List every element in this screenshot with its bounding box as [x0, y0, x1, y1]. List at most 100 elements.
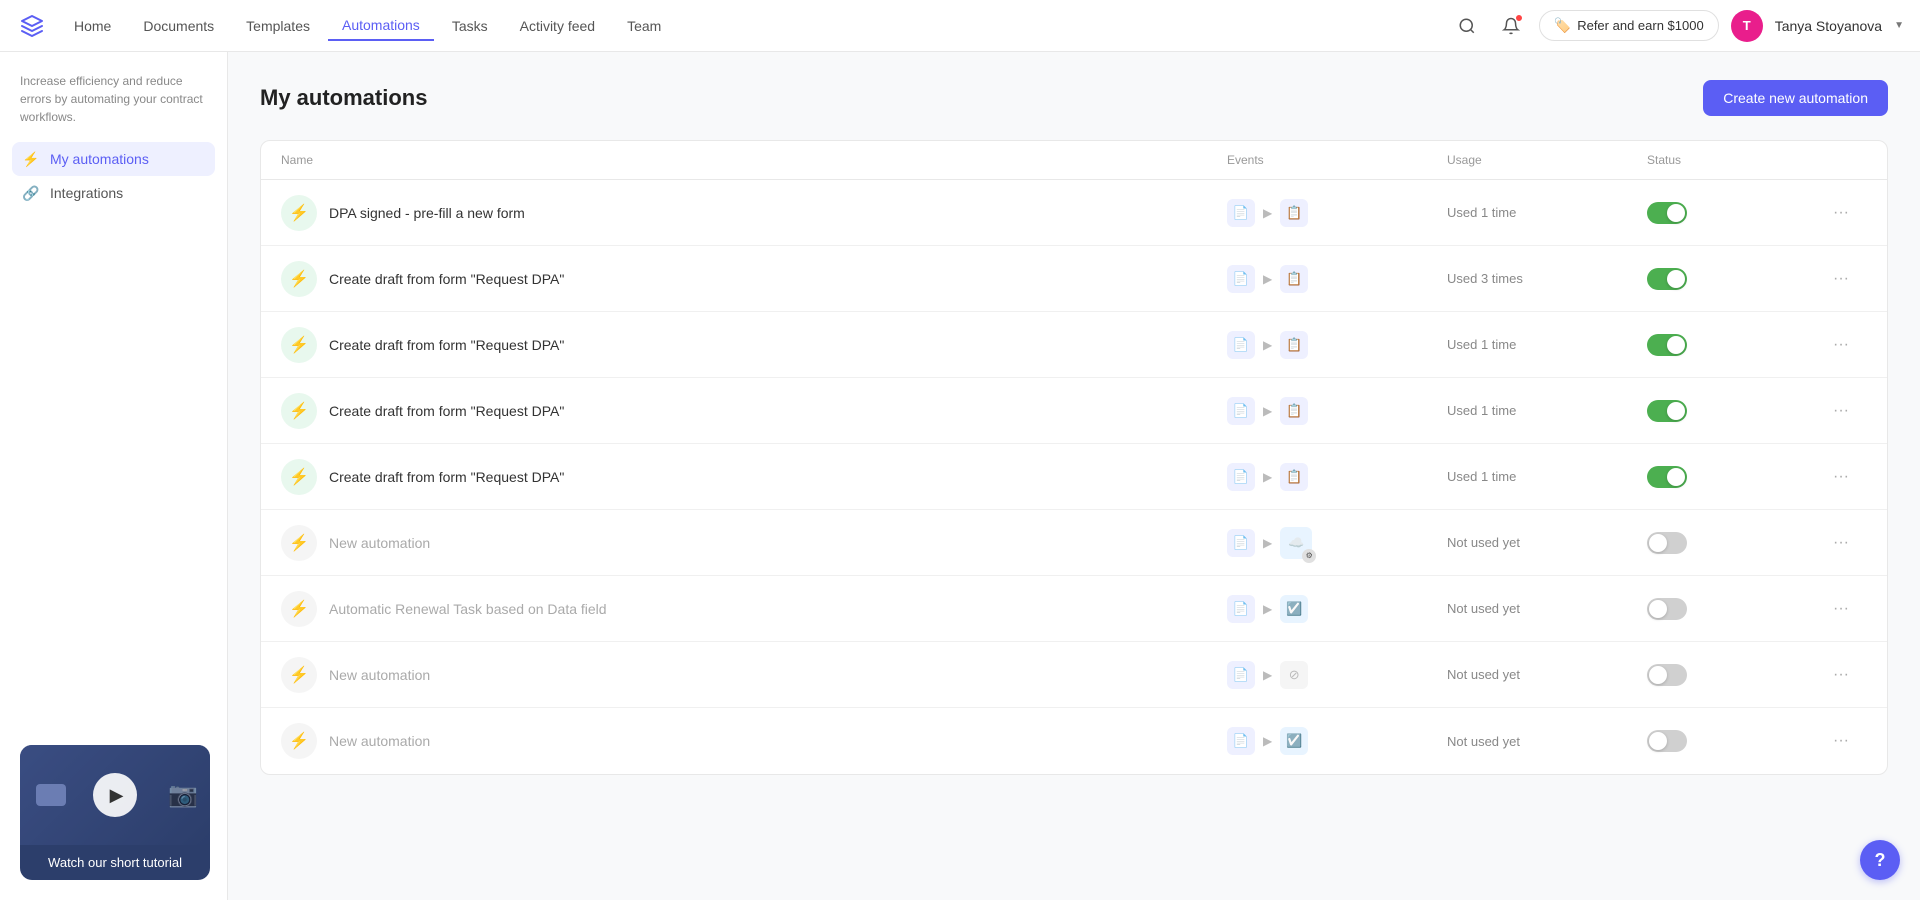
status-cell: [1647, 334, 1827, 356]
avatar[interactable]: T: [1731, 10, 1763, 42]
status-toggle[interactable]: [1647, 268, 1687, 290]
play-button[interactable]: ▶: [93, 773, 137, 817]
row-name-cell: ⚡ Create draft from form "Request DPA": [281, 327, 1227, 363]
table-row[interactable]: ⚡ Create draft from form "Request DPA" 📄…: [261, 312, 1887, 378]
row-name-cell: ⚡ Create draft from form "Request DPA": [281, 261, 1227, 297]
automation-name: New automation: [329, 535, 430, 551]
nav-documents[interactable]: Documents: [129, 12, 228, 40]
toggle-knob: [1667, 270, 1685, 288]
more-options-button[interactable]: ···: [1827, 199, 1855, 227]
usage-cell: Used 1 time: [1447, 337, 1647, 352]
status-toggle[interactable]: [1647, 532, 1687, 554]
main-header: My automations Create new automation: [260, 80, 1888, 116]
automation-icon: ⚡: [281, 393, 317, 429]
status-toggle[interactable]: [1647, 730, 1687, 752]
toggle-knob: [1649, 534, 1667, 552]
status-toggle[interactable]: [1647, 334, 1687, 356]
status-cell: [1647, 268, 1827, 290]
status-toggle[interactable]: [1647, 466, 1687, 488]
more-options-button[interactable]: ···: [1827, 397, 1855, 425]
automation-name: New automation: [329, 733, 430, 749]
row-name-cell: ⚡ Create draft from form "Request DPA": [281, 393, 1227, 429]
event-source-icon: 📄: [1227, 463, 1255, 491]
event-target-icon: 📋: [1280, 199, 1308, 227]
refer-label: Refer and earn $1000: [1577, 18, 1703, 33]
nav-activity-feed[interactable]: Activity feed: [506, 12, 609, 40]
nav-templates[interactable]: Templates: [232, 12, 324, 40]
more-options-button[interactable]: ···: [1827, 529, 1855, 557]
events-cell: 📄 ▶ 📋: [1227, 331, 1447, 359]
table-row[interactable]: ⚡ Create draft from form "Request DPA" 📄…: [261, 444, 1887, 510]
help-button[interactable]: ?: [1860, 840, 1900, 880]
tutorial-text[interactable]: Watch our short tutorial: [20, 845, 210, 880]
main-content: My automations Create new automation Nam…: [228, 52, 1920, 900]
user-name[interactable]: Tanya Stoyanova: [1775, 18, 1882, 34]
table-row[interactable]: ⚡ DPA signed - pre-fill a new form 📄 ▶ 📋…: [261, 180, 1887, 246]
more-options-button[interactable]: ···: [1827, 595, 1855, 623]
camera-icon: 📷: [168, 781, 198, 810]
events-cell: 📄 ▶ ☁️ ⚙: [1227, 527, 1447, 559]
event-arrow-icon: ▶: [1263, 470, 1272, 484]
col-header-status: Status: [1647, 153, 1827, 167]
row-name-cell: ⚡ New automation: [281, 657, 1227, 693]
lightning-icon: ⚡: [22, 150, 40, 168]
table-row[interactable]: ⚡ New automation 📄 ▶ ☑️ Not used yet ···: [261, 708, 1887, 774]
video-thumbnail-box: [36, 784, 66, 806]
nav-tasks[interactable]: Tasks: [438, 12, 502, 40]
toggle-knob: [1667, 468, 1685, 486]
status-toggle[interactable]: [1647, 598, 1687, 620]
status-toggle[interactable]: [1647, 664, 1687, 686]
usage-cell: Not used yet: [1447, 535, 1647, 550]
notifications-button[interactable]: [1495, 10, 1527, 42]
toggle-knob: [1667, 336, 1685, 354]
nav-automations[interactable]: Automations: [328, 11, 434, 41]
table-row[interactable]: ⚡ New automation 📄 ▶ ⊘ Not used yet ···: [261, 642, 1887, 708]
status-toggle[interactable]: [1647, 400, 1687, 422]
table-header: Name Events Usage Status: [261, 141, 1887, 180]
table-row[interactable]: ⚡ New automation 📄 ▶ ☁️ ⚙ Not used yet: [261, 510, 1887, 576]
status-toggle[interactable]: [1647, 202, 1687, 224]
event-arrow-icon: ▶: [1263, 272, 1272, 286]
page-layout: Increase efficiency and reduce errors by…: [0, 52, 1920, 900]
events-cell: 📄 ▶ 📋: [1227, 397, 1447, 425]
status-cell: [1647, 532, 1827, 554]
more-options-button[interactable]: ···: [1827, 727, 1855, 755]
automation-icon: ⚡: [281, 723, 317, 759]
search-button[interactable]: [1451, 10, 1483, 42]
more-options-button[interactable]: ···: [1827, 463, 1855, 491]
tutorial-video-area[interactable]: ▶ 📷: [20, 745, 210, 845]
event-arrow-icon: ▶: [1263, 206, 1272, 220]
col-header-name: Name: [281, 153, 1227, 167]
salesforce-sub-icon: ⚙: [1302, 549, 1316, 563]
more-options-button[interactable]: ···: [1827, 661, 1855, 689]
event-target-icon: ⊘: [1280, 661, 1308, 689]
table-row[interactable]: ⚡ Create draft from form "Request DPA" 📄…: [261, 246, 1887, 312]
sidebar-item-label: Integrations: [50, 185, 123, 201]
table-row[interactable]: ⚡ Automatic Renewal Task based on Data f…: [261, 576, 1887, 642]
usage-cell: Used 3 times: [1447, 271, 1647, 286]
automation-name: Automatic Renewal Task based on Data fie…: [329, 601, 607, 617]
automation-name: New automation: [329, 667, 430, 683]
create-automation-button[interactable]: Create new automation: [1703, 80, 1888, 116]
refer-button[interactable]: 🏷️ Refer and earn $1000: [1539, 10, 1719, 41]
events-cell: 📄 ▶ 📋: [1227, 265, 1447, 293]
event-target-icon: 📋: [1280, 463, 1308, 491]
more-options-button[interactable]: ···: [1827, 331, 1855, 359]
usage-cell: Not used yet: [1447, 734, 1647, 749]
more-options-button[interactable]: ···: [1827, 265, 1855, 293]
nav-team[interactable]: Team: [613, 12, 675, 40]
app-logo[interactable]: [16, 10, 48, 42]
sidebar-item-my-automations[interactable]: ⚡ My automations: [12, 142, 215, 176]
automation-name: Create draft from form "Request DPA": [329, 271, 564, 287]
nav-home[interactable]: Home: [60, 12, 125, 40]
table-row[interactable]: ⚡ Create draft from form "Request DPA" 📄…: [261, 378, 1887, 444]
row-name-cell: ⚡ New automation: [281, 723, 1227, 759]
events-cell: 📄 ▶ ☑️: [1227, 595, 1447, 623]
event-target-icon: ☑️: [1280, 727, 1308, 755]
event-source-icon: 📄: [1227, 265, 1255, 293]
row-name-cell: ⚡ Create draft from form "Request DPA": [281, 459, 1227, 495]
sidebar-item-integrations[interactable]: 🔗 Integrations: [12, 176, 215, 210]
toggle-knob: [1649, 600, 1667, 618]
sidebar-description: Increase efficiency and reduce errors by…: [12, 68, 215, 142]
user-menu-chevron[interactable]: ▼: [1894, 20, 1904, 31]
